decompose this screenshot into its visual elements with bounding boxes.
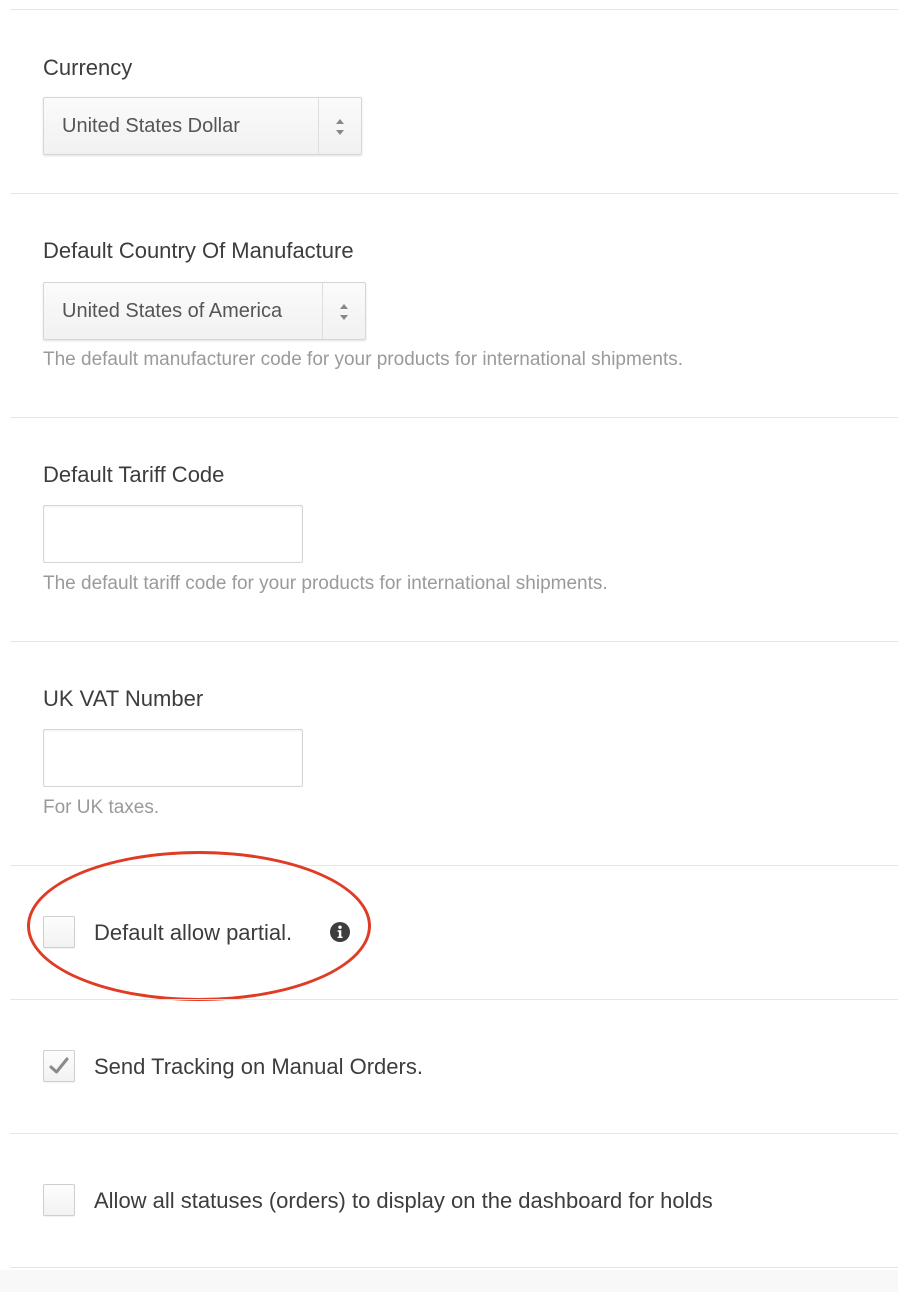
checkmark-icon [49,1057,69,1074]
settings-page: Currency United States Dollar Default Co… [0,0,898,1292]
section-divider [10,1267,898,1268]
section-divider [10,9,898,10]
uk-vat-label: UK VAT Number [43,686,204,711]
currency-select[interactable]: United States Dollar [43,97,362,155]
allow-all-statuses-label: Allow all statuses (orders) to display o… [94,1188,713,1213]
country-help-text: The default manufacturer code for your p… [43,349,684,370]
uk-vat-input[interactable] [43,729,303,787]
select-arrows-icon [318,98,361,154]
country-of-manufacture-label: Default Country Of Manufacture [43,238,354,263]
allow-all-statuses-checkbox[interactable] [43,1184,75,1216]
currency-label: Currency [43,55,133,80]
send-tracking-checkbox[interactable] [43,1050,75,1082]
info-icon[interactable] [330,922,350,942]
select-arrows-icon [322,283,365,339]
page-footer-strip [0,1270,898,1292]
country-selected-value: United States of America [62,300,283,322]
send-tracking-label: Send Tracking on Manual Orders. [94,1054,423,1079]
allow-partial-checkbox[interactable] [43,916,75,948]
allow-partial-label: Default allow partial. [94,920,293,945]
country-of-manufacture-select[interactable]: United States of America [43,282,366,340]
currency-selected-value: United States Dollar [62,115,240,137]
section-divider [10,999,898,1000]
section-divider [10,417,898,418]
section-divider [10,865,898,866]
tariff-code-input[interactable] [43,505,303,563]
uk-vat-help-text: For UK taxes. [43,797,160,818]
section-divider [10,641,898,642]
tariff-code-label: Default Tariff Code [43,462,225,487]
section-divider [10,1133,898,1134]
section-divider [10,193,898,194]
tariff-help-text: The default tariff code for your product… [43,573,608,594]
